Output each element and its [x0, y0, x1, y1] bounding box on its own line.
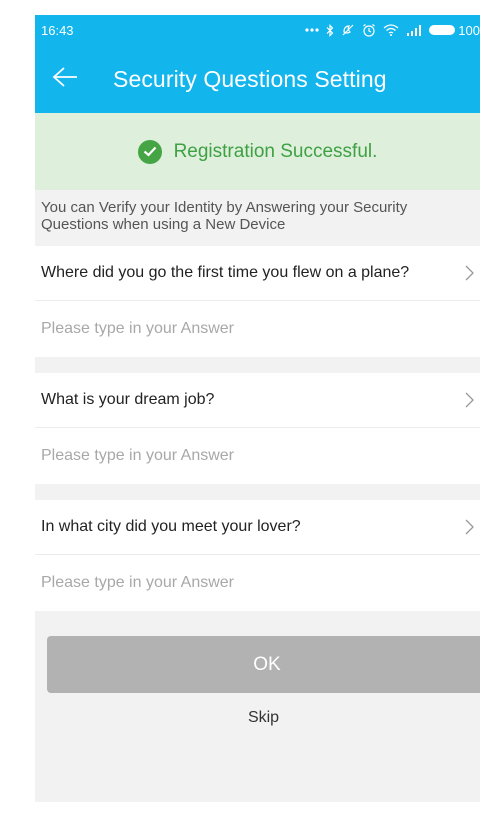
- question-label: What is your dream job?: [41, 391, 215, 408]
- chevron-right-icon: [458, 392, 480, 408]
- no-disturb-icon: [341, 23, 355, 37]
- answer-row-2: [35, 428, 480, 484]
- answer-input-3[interactable]: [41, 574, 480, 592]
- section-divider: [35, 611, 480, 636]
- page-title: Security Questions Setting: [113, 65, 387, 92]
- question-group-3: In what city did you meet your lover?: [35, 500, 480, 611]
- more-dots-icon: [305, 28, 319, 32]
- battery-text: 100: [458, 22, 480, 38]
- question-label: Where did you go the first time you flew…: [41, 264, 410, 281]
- ok-button[interactable]: OK: [47, 636, 480, 693]
- question-selector-1[interactable]: Where did you go the first time you flew…: [35, 246, 480, 301]
- wifi-icon: [383, 24, 399, 36]
- battery-icon: [429, 25, 456, 35]
- question-selector-3[interactable]: In what city did you meet your lover?: [35, 500, 480, 555]
- question-group-2: What is your dream job?: [35, 373, 480, 484]
- chevron-right-icon: [458, 265, 480, 281]
- skip-link[interactable]: Skip: [35, 709, 480, 727]
- success-message: Registration Successful.: [173, 140, 378, 162]
- section-divider: [35, 357, 480, 373]
- status-time: 16:43: [41, 22, 74, 38]
- status-icons: 100: [305, 15, 480, 45]
- answer-row-3: [35, 555, 480, 611]
- info-text: You can Verify your Identity by Answerin…: [41, 199, 408, 233]
- status-bar: 16:43 100: [35, 15, 480, 45]
- alarm-icon: [362, 23, 376, 37]
- back-arrow-icon: [52, 66, 78, 93]
- phone-screen: 16:43 100 Security Questions Setting Reg…: [35, 15, 480, 802]
- back-button[interactable]: [39, 45, 91, 113]
- answer-input-1[interactable]: [41, 320, 480, 338]
- signal-icon: [406, 24, 422, 36]
- question-label: In what city did you meet your lover?: [41, 518, 301, 535]
- question-group-1: Where did you go the first time you flew…: [35, 246, 480, 357]
- check-circle-icon: [137, 139, 162, 164]
- app-bar: Security Questions Setting: [35, 45, 480, 113]
- answer-input-2[interactable]: [41, 447, 480, 465]
- battery-indicator: 100: [429, 23, 480, 38]
- chevron-right-icon: [458, 519, 480, 535]
- section-divider: [35, 484, 480, 500]
- bluetooth-icon: [326, 23, 334, 37]
- question-selector-2[interactable]: What is your dream job?: [35, 373, 480, 428]
- answer-row-1: [35, 301, 480, 357]
- success-banner: Registration Successful.: [35, 113, 480, 190]
